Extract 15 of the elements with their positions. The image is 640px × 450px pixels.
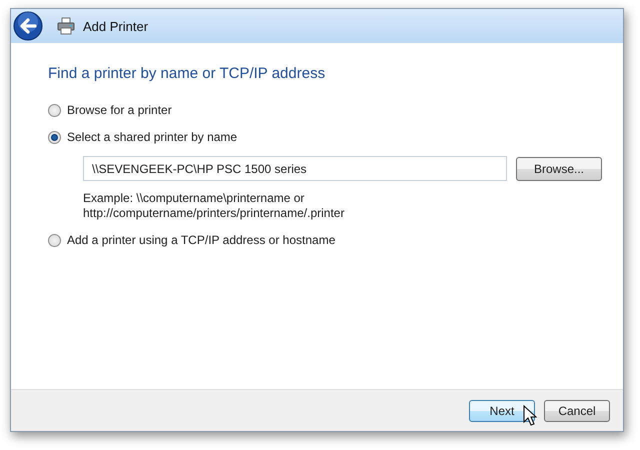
printer-name-field[interactable]: \\SEVENGEEK-PC\HP PSC 1500 series	[83, 156, 507, 181]
printer-icon	[57, 17, 75, 35]
example-text: Example: \\computername\printername or	[83, 191, 306, 206]
radio-button[interactable]	[48, 104, 61, 116]
window-title: Add Printer	[83, 18, 148, 34]
cancel-button[interactable]: Cancel	[544, 400, 610, 422]
page-heading: Find a printer by name or TCP/IP address	[48, 65, 326, 82]
radio-button[interactable]	[48, 234, 61, 246]
radio-button[interactable]	[48, 130, 61, 144]
example-text: http://computername/printers/printername/.printer	[83, 206, 346, 221]
radio-label[interactable]: Browse for a printer	[67, 103, 172, 117]
browse-button[interactable]: Browse...	[516, 156, 602, 180]
mouse-pointer-icon	[523, 405, 537, 427]
radio-label[interactable]: Select a shared printer by name	[67, 130, 238, 144]
radio-label[interactable]: Add a printer using a TCP/IP address or hostname	[67, 233, 336, 247]
